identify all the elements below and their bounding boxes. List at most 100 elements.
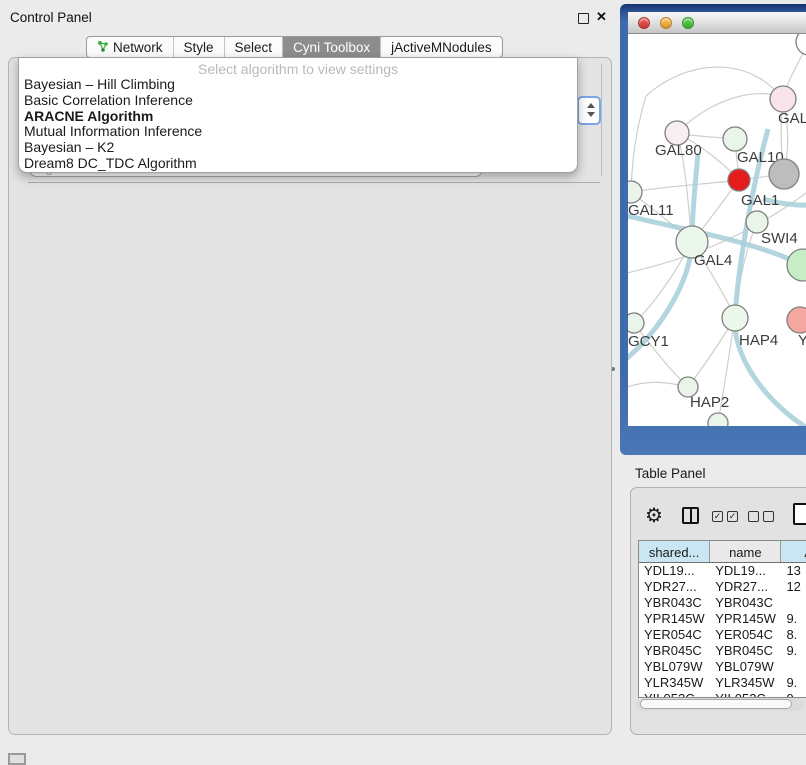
- zoom-traffic-light-icon[interactable]: [682, 17, 694, 29]
- network-node[interactable]: [796, 34, 806, 55]
- tab-label: Cyni Toolbox: [293, 40, 370, 55]
- table-cell: YBR045C: [710, 643, 781, 659]
- network-icon: [97, 40, 109, 56]
- tab-cyni-toolbox[interactable]: Cyni Toolbox: [282, 37, 380, 57]
- table-cell: YBR043C: [710, 595, 781, 611]
- tab-style[interactable]: Style: [173, 37, 224, 57]
- tab-select[interactable]: Select: [224, 37, 283, 57]
- table-cell: YDR27...: [639, 579, 710, 595]
- focused-combobox-fragment[interactable]: [577, 96, 601, 125]
- table-horizontal-scrollbar[interactable]: [636, 698, 804, 711]
- table-cell: YLR345W: [710, 675, 781, 691]
- algorithm-option[interactable]: Basic Correlation Inference: [19, 93, 577, 109]
- table-row[interactable]: YBR045CYBR045C9.: [639, 643, 806, 659]
- table-cell: 8.: [781, 627, 806, 643]
- column-visibility-icon[interactable]: [682, 507, 699, 524]
- table-row[interactable]: YLR345WYLR345W9.: [639, 675, 806, 691]
- table-cell: 13: [781, 563, 806, 579]
- column-header-name[interactable]: name: [710, 541, 781, 562]
- table-header-row: shared...nameA: [639, 541, 806, 563]
- table-settings-gear-icon[interactable]: ⚙: [645, 503, 663, 528]
- column-header-shared[interactable]: shared...: [639, 541, 710, 562]
- table-cell: YDL19...: [710, 563, 781, 579]
- table-cell: YIL052C: [639, 691, 710, 698]
- table-row[interactable]: YDL19...YDL19...13: [639, 563, 806, 579]
- network-node-gal1[interactable]: [728, 169, 750, 191]
- node-label: HAP4: [739, 332, 778, 349]
- select-all-icon[interactable]: ✓✓: [712, 511, 738, 522]
- table-body: YDL19...YDL19...13YDR27...YDR27...12YBR0…: [639, 563, 806, 698]
- algorithm-option[interactable]: Bayesian – K2: [19, 140, 577, 156]
- tab-label: Select: [235, 40, 273, 55]
- network-svg: GALGAL80GAL10GAL1GAL11SWI4GAL4GCY1HAP4YH…: [628, 34, 806, 426]
- table-row[interactable]: YBR043CYBR043C: [639, 595, 806, 611]
- minimize-traffic-light-icon[interactable]: [660, 17, 672, 29]
- algorithm-dropdown-list: Select algorithm to view settings Bayesi…: [18, 57, 578, 173]
- network-node[interactable]: [769, 159, 799, 189]
- bottom-left-partial-icon: [8, 753, 26, 765]
- new-table-icon[interactable]: [793, 503, 806, 525]
- algorithm-dropdown-placeholder: Select algorithm to view settings: [19, 58, 577, 77]
- close-traffic-light-icon[interactable]: [638, 17, 650, 29]
- table-cell: YPR145W: [710, 611, 781, 627]
- network-node[interactable]: [787, 249, 806, 281]
- control-panel-tabbar: Network Style Select Cyni Toolbox jActiveMNo…: [86, 36, 503, 58]
- table-cell: YER054C: [710, 627, 781, 643]
- table-cell: [781, 595, 806, 611]
- table-cell: YDR27...: [710, 579, 781, 595]
- node-label: HAP2: [690, 394, 729, 411]
- tab-network[interactable]: Network: [87, 37, 173, 57]
- node-label: SWI4: [761, 230, 798, 247]
- network-node-y[interactable]: [787, 307, 806, 333]
- table-cell: 9.: [781, 675, 806, 691]
- table-cell: YDL19...: [639, 563, 710, 579]
- algorithm-option[interactable]: Mutual Information Inference: [19, 124, 577, 140]
- table-cell: YPR145W: [639, 611, 710, 627]
- network-edge[interactable]: [646, 67, 783, 99]
- network-node-gcy1[interactable]: [628, 313, 644, 333]
- table-row[interactable]: YPR145WYPR145W9.: [639, 611, 806, 627]
- table-row[interactable]: YIL052CYIL052C9: [639, 691, 806, 698]
- close-icon[interactable]: ✕: [596, 9, 607, 25]
- tab-jactivemnodules[interactable]: jActiveMNodules: [380, 37, 502, 57]
- node-label: GCY1: [628, 333, 669, 350]
- algorithm-option[interactable]: Dream8 DC_TDC Algorithm: [19, 156, 577, 172]
- network-edge[interactable]: [631, 180, 739, 192]
- stepper-arrows-icon: [586, 103, 595, 117]
- table-cell: YIL052C: [710, 691, 781, 698]
- algorithm-option[interactable]: ARACNE Algorithm: [19, 109, 577, 125]
- table-cell: 9.: [781, 643, 806, 659]
- network-edge[interactable]: [631, 96, 646, 192]
- tab-label: Network: [113, 40, 163, 55]
- network-node-gal[interactable]: [770, 86, 796, 112]
- network-node-hap4[interactable]: [722, 305, 748, 331]
- node-table[interactable]: shared...nameA YDL19...YDL19...13YDR27..…: [638, 540, 806, 698]
- table-cell: YER054C: [639, 627, 710, 643]
- network-window-titlebar[interactable]: [628, 12, 806, 34]
- node-label: GAL1: [741, 192, 779, 209]
- network-edge[interactable]: [677, 94, 783, 133]
- table-row[interactable]: YDR27...YDR27...12: [639, 579, 806, 595]
- network-node-gal10[interactable]: [723, 127, 747, 151]
- node-label: Y: [798, 332, 806, 349]
- column-header-A[interactable]: A: [781, 541, 806, 562]
- table-cell: 12: [781, 579, 806, 595]
- table-row[interactable]: YER054CYER054C8.: [639, 627, 806, 643]
- node-label: GAL80: [655, 142, 702, 159]
- tab-label: jActiveMNodules: [391, 40, 492, 55]
- tab-label: Style: [184, 40, 214, 55]
- table-row[interactable]: YBL079WYBL079W: [639, 659, 806, 675]
- network-node[interactable]: [708, 413, 728, 426]
- table-panel-title: Table Panel: [635, 466, 706, 481]
- network-view-canvas[interactable]: GALGAL80GAL10GAL1GAL11SWI4GAL4GCY1HAP4YH…: [628, 34, 806, 426]
- table-cell: YBL079W: [710, 659, 781, 675]
- node-label: GAL: [778, 110, 806, 127]
- algorithm-option[interactable]: Bayesian – Hill Climbing: [19, 77, 577, 93]
- deselect-all-icon[interactable]: [748, 511, 774, 522]
- control-panel-titlebar: Control Panel ✕: [0, 0, 620, 26]
- algorithm-options: Bayesian – Hill ClimbingBasic Correlatio…: [19, 77, 577, 172]
- table-cell: YBR045C: [639, 643, 710, 659]
- hidden-group-border-right: [601, 64, 602, 176]
- node-label: GAL4: [694, 252, 732, 269]
- float-window-icon[interactable]: [578, 13, 589, 24]
